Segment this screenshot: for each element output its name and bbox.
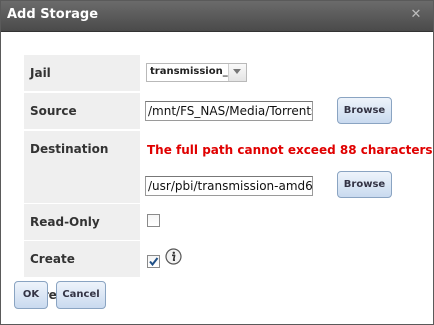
check-icon [149, 257, 159, 267]
dialog-titlebar: Add Storage ✕ [1, 1, 433, 32]
read-only-label: Read-Only [24, 204, 140, 240]
jail-select-value: transmission_1 [150, 66, 228, 77]
chevron-down-icon[interactable] [228, 64, 246, 81]
jail-label-text: Jail [30, 66, 51, 80]
destination-input[interactable]: /usr/pbi/transmission-amd64/ [145, 176, 313, 196]
cancel-button[interactable]: Cancel [56, 281, 106, 309]
source-label: Source [24, 93, 140, 129]
jail-label: Jail [24, 55, 140, 91]
destination-error-message: The full path cannot exceed 88 character… [147, 143, 433, 157]
close-icon[interactable]: ✕ [409, 8, 423, 22]
destination-label-text: Destination [30, 142, 109, 156]
create-directory-label: Create directory [24, 241, 140, 302]
source-browse-button[interactable]: Browse [337, 97, 392, 124]
read-only-checkbox[interactable] [147, 214, 160, 227]
create-directory-checkbox[interactable] [147, 255, 160, 268]
dialog-title: Add Storage [7, 7, 99, 22]
add-storage-dialog: Add Storage ✕ Jail transmission_1 Source… [0, 0, 434, 325]
source-label-text: Source [30, 104, 77, 118]
ok-button[interactable]: OK [14, 281, 48, 309]
info-icon[interactable] [165, 248, 182, 265]
source-input[interactable]: /mnt/FS_NAS/Media/Torrents [145, 101, 313, 121]
destination-browse-button[interactable]: Browse [337, 171, 392, 198]
read-only-label-text: Read-Only [30, 215, 100, 229]
destination-label: Destination [24, 131, 140, 203]
jail-select[interactable]: transmission_1 [146, 63, 247, 82]
